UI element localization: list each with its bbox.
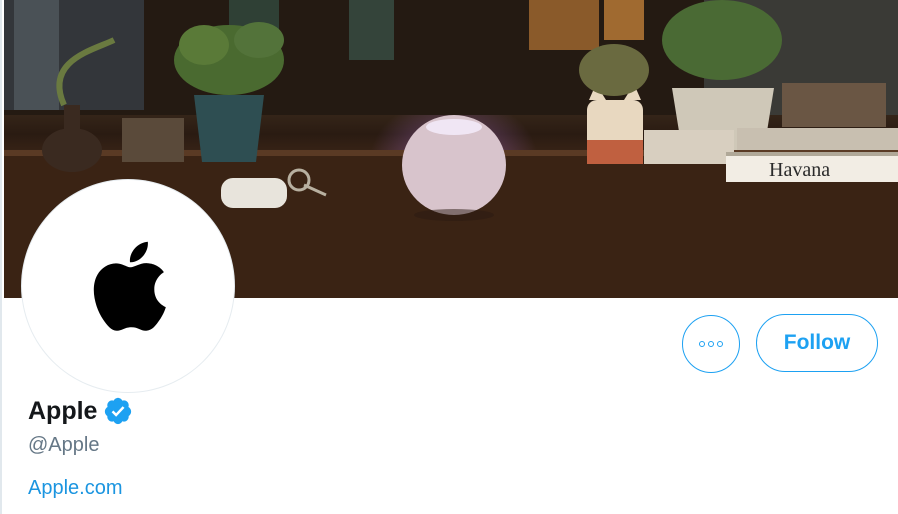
more-options-button[interactable] bbox=[682, 315, 740, 373]
profile-avatar[interactable] bbox=[22, 180, 234, 392]
more-horizontal-icon-dot bbox=[708, 341, 714, 347]
profile-handle: @Apple bbox=[28, 434, 100, 456]
display-name: Apple bbox=[28, 396, 98, 425]
apple-logo-icon bbox=[93, 241, 166, 331]
follow-button[interactable]: Follow bbox=[756, 314, 878, 372]
more-horizontal-icon-dot bbox=[717, 341, 723, 347]
verified-badge-icon bbox=[105, 397, 132, 425]
profile-website-link[interactable]: Apple.com bbox=[28, 477, 123, 500]
display-name-row: Apple bbox=[28, 396, 133, 426]
profile-card: Havana Follow Apple @Apple Apple.com bbox=[0, 0, 898, 514]
more-horizontal-icon bbox=[699, 341, 705, 347]
book-spine-text: Havana bbox=[769, 159, 830, 181]
